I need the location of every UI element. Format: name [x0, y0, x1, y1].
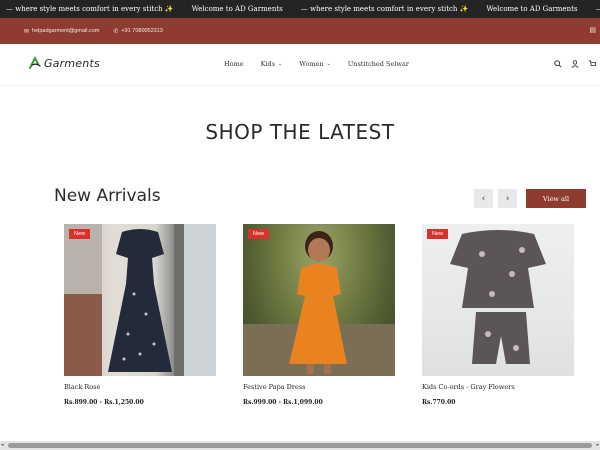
product-name[interactable]: Festive Papa Dress [243, 383, 395, 391]
new-badge: New [248, 229, 270, 239]
view-all-button[interactable]: View all [526, 189, 586, 208]
carousel-next-button[interactable]: › [498, 189, 517, 208]
marquee-text: — where style meets comfort in every sti… [6, 5, 174, 13]
logo[interactable]: Garments [28, 56, 100, 70]
product-price: Rs.999.00 - Rs.1,099.00 [243, 399, 323, 406]
contact-email-text: helpadgarment@gmail.com [32, 28, 100, 34]
section-title: New Arrivals [54, 186, 161, 206]
phone-icon: ✆ [113, 28, 119, 35]
dress-illustration [64, 224, 216, 376]
marquee-text: — where style meets comfort in every sti… [300, 5, 469, 13]
contact-bar: ✉ helpadgarment@gmail.com ✆ +91 70800523… [0, 18, 600, 44]
logo-icon [29, 56, 41, 69]
nav-label: Kids [260, 60, 276, 68]
site-header: Garments Home Kids ⌄ Women ⌄ Unstitched … [0, 44, 600, 86]
marquee-text: Welcome to AD Garments [486, 5, 578, 13]
announcement-marquee: — where style meets comfort in every sti… [0, 0, 600, 18]
nav-label: Unstitched Selwar [347, 60, 409, 68]
horizontal-scrollbar[interactable]: ◂ ▸ [0, 441, 600, 450]
scroll-left-icon[interactable]: ◂ [1, 442, 4, 448]
mail-icon: ✉ [24, 28, 30, 35]
product-name[interactable]: Kids Co-ords - Gray Flowers [422, 383, 574, 391]
menu-icon[interactable]: ▤ [589, 26, 596, 34]
child-illustration [243, 231, 395, 376]
product-card[interactable]: New Black Rose Rs.899.00 - Rs.1,250.00 [64, 224, 216, 406]
product-image[interactable]: New [422, 224, 574, 376]
contact-phone[interactable]: ✆ +91 7080052313 [113, 28, 162, 35]
chevron-down-icon: ⌄ [278, 61, 283, 67]
carousel-prev-button[interactable]: ‹ [474, 189, 493, 208]
page-title: SHOP THE LATEST [205, 120, 395, 144]
nav-item-home[interactable]: Home [224, 60, 244, 68]
cart-icon[interactable] [588, 60, 597, 70]
user-icon[interactable] [571, 60, 579, 70]
contact-phone-text: +91 7080052313 [121, 28, 163, 34]
coords-illustration [450, 230, 546, 364]
scroll-right-icon[interactable]: ▸ [596, 442, 599, 448]
new-badge: New [427, 229, 449, 239]
header-icons [545, 60, 597, 70]
product-card[interactable]: New Festive Papa Dress Rs.999.00 - Rs.1,… [243, 224, 395, 406]
contact-email[interactable]: ✉ helpadgarment@gmail.com [24, 28, 99, 35]
product-image[interactable]: New [64, 224, 216, 376]
marquee-text: Welcome to AD Garments [191, 5, 283, 13]
nav-item-unstitched-selwar[interactable]: Unstitched Selwar [348, 60, 409, 68]
product-price: Rs.899.00 - Rs.1,250.00 [64, 399, 144, 406]
chevron-left-icon: ‹ [481, 193, 486, 204]
chevron-down-icon: ⌄ [326, 61, 331, 67]
search-icon[interactable] [554, 60, 562, 70]
nav-item-women[interactable]: Women ⌄ [299, 60, 331, 68]
nav-label: Home [224, 60, 244, 68]
logo-text: Garments [44, 56, 100, 70]
new-badge: New [69, 229, 91, 239]
main-nav: Home Kids ⌄ Women ⌄ Unstitched Selwar [224, 60, 426, 68]
nav-item-kids[interactable]: Kids ⌄ [261, 60, 283, 68]
product-price: Rs.770.00 [422, 399, 456, 406]
product-name[interactable]: Black Rose [64, 383, 216, 391]
marquee-text: — where style meets comfort in every sti… [578, 5, 600, 13]
nav-label: Women [299, 60, 324, 68]
product-image[interactable]: New [243, 224, 395, 376]
product-card[interactable]: New Kids Co-ords - Gray Flowers Rs.770.0… [422, 224, 574, 406]
scrollbar-thumb[interactable] [8, 443, 592, 448]
chevron-right-icon: › [505, 193, 510, 204]
